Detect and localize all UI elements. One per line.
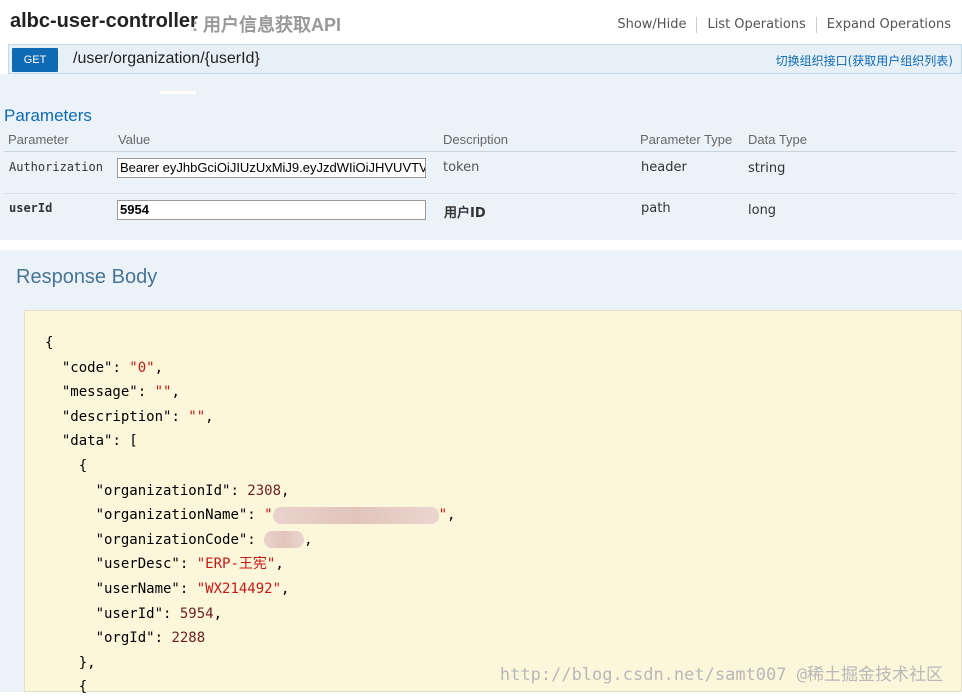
data-type-string: string: [748, 161, 786, 176]
controller-description: : 用户信息获取API: [192, 15, 342, 35]
param-desc-userid: 用户ID: [444, 206, 486, 221]
watermark-url: http://blog.csdn.net/samt007: [499, 665, 787, 685]
data-type-long: long: [748, 203, 777, 218]
show-hide-link[interactable]: Show/Hide: [607, 17, 698, 33]
tab-indicator: [160, 91, 196, 94]
param-name-authorization: Authorization: [9, 160, 103, 174]
parameters-panel: Parameters Parameter Value Description P…: [0, 74, 962, 240]
param-name-userid: userId: [9, 201, 53, 215]
json-description-value: "": [188, 408, 206, 425]
column-header-data-type: Data Type: [748, 132, 808, 147]
header-links: Show/Hide List Operations Expand Operati…: [607, 17, 951, 33]
json-org-id: 2288: [171, 630, 206, 647]
controller-header: albc-user-controller : 用户信息获取API Show/Hi…: [0, 0, 962, 44]
http-method-badge[interactable]: GET: [12, 48, 58, 72]
watermark: http://blog.csdn.net/samt007 @稀土掘金技术社区: [500, 660, 943, 685]
json-user-id: 5954: [179, 605, 214, 622]
param-type-header: header: [641, 160, 687, 175]
controller-name[interactable]: albc-user-controller: [10, 10, 198, 33]
parameters-title: Parameters: [4, 106, 92, 125]
column-header-parameter: Parameter: [8, 132, 69, 147]
column-header-parameter-type: Parameter Type: [640, 132, 733, 147]
column-header-value: Value: [118, 132, 151, 147]
param-desc-token: token: [443, 160, 480, 175]
operation-bar[interactable]: GET /user/organization/{userId} 切换组织接口(获…: [8, 44, 962, 74]
response-body-title: Response Body: [16, 266, 158, 288]
redacted-organization-name: [272, 506, 439, 524]
watermark-site: @稀土掘金技术社区: [796, 665, 943, 685]
expand-operations-link[interactable]: Expand Operations: [817, 17, 951, 33]
row-divider: [4, 193, 956, 194]
operation-path[interactable]: /user/organization/{userId}: [73, 50, 260, 68]
json-organization-id: 2308: [247, 482, 282, 499]
response-body-code[interactable]: { "code": "0", "message": "", "descripti…: [24, 310, 962, 695]
userid-input[interactable]: 5954: [117, 200, 426, 220]
header-divider: [4, 151, 956, 152]
redacted-organization-code: [264, 531, 305, 549]
json-message-value: "": [154, 384, 172, 401]
param-type-path: path: [641, 201, 671, 216]
json-user-name: "WX214492": [196, 580, 282, 597]
list-operations-link[interactable]: List Operations: [697, 17, 817, 33]
json-code-value: "0": [129, 359, 155, 376]
operation-summary[interactable]: 切换组织接口(获取用户组织列表): [776, 52, 953, 69]
json-response: { "code": "0", "message": "", "descripti…: [45, 335, 456, 696]
json-user-desc: "ERP-王宪": [196, 556, 276, 573]
response-panel: Response Body { "code": "0", "message": …: [0, 250, 962, 695]
column-header-description: Description: [443, 132, 509, 147]
authorization-input[interactable]: Bearer eyJhbGciOiJIUzUxMiJ9.eyJzdWIiOiJH…: [117, 158, 426, 178]
